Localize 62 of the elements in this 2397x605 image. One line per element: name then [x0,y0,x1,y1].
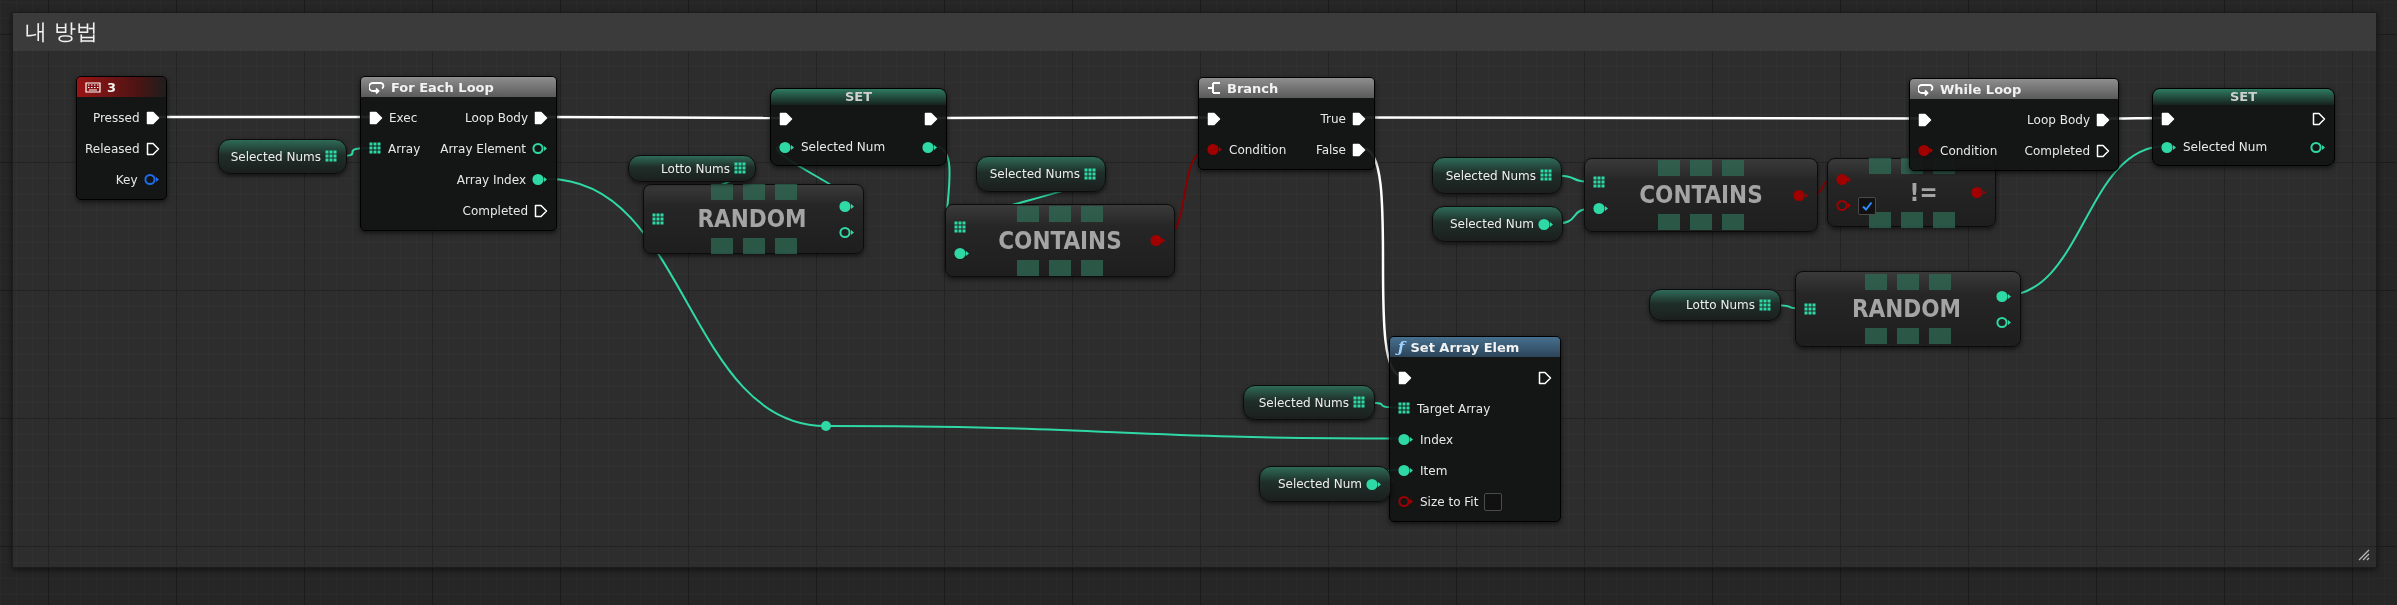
graph-node[interactable]: For Each Loop Exec Array Loop Body Array Element Array Index Completed [360,76,557,231]
variable-node[interactable]: Selected Num [1259,466,1391,502]
pin-label: Pressed [92,110,140,125]
variable-name: Selected Nums [1258,395,1349,410]
variable-node[interactable]: Lotto Nums [1649,289,1781,321]
node-title: Branch [1227,80,1279,96]
variable-name: Lotto Nums [1686,298,1755,312]
graph-node[interactable]: While Loop Condition Loop Body Completed [1909,78,2119,171]
graph-node[interactable]: CONTAINS [945,204,1175,277]
comment-title[interactable]: 내 방법 [13,13,2376,51]
graph-node[interactable]: SET Selected Num [770,88,947,166]
pin-label: Condition [1229,142,1287,157]
pin-label: False [1315,142,1346,157]
pin-label: Condition [1940,143,1998,158]
node-title: RANDOM [1851,295,1962,323]
pin-label: Index [1420,432,1454,447]
variable-node[interactable]: Selected Nums [218,139,347,174]
pin-label: Item [1420,463,1448,478]
variable-node[interactable]: Selected Nums [1243,385,1375,420]
pin-label: Loop Body [465,110,528,125]
graph-node[interactable]: RANDOM [643,184,864,254]
pin-label: Selected Num [801,140,886,154]
node-title: != [1909,178,1938,207]
variable-name: Selected Nums [1445,168,1536,183]
pin-label: Completed [462,203,528,218]
pin-label: Selected Num [2183,140,2268,154]
variable-node[interactable]: Selected Num [1432,206,1563,242]
node-title: 3 [107,79,117,95]
variable-node[interactable]: Selected Nums [976,156,1106,192]
variable-name: Lotto Nums [661,161,730,176]
graph-node[interactable]: ƒ Set Array Elem Target Array Index Item Size to Fit [1389,336,1561,522]
variable-name: Selected Nums [230,149,321,164]
variable-name: Selected Num [1449,217,1534,231]
pin-label: Completed [2024,143,2090,158]
pin-label: Array Index [456,172,526,187]
node-title: For Each Loop [391,79,494,95]
node-title: CONTAINS [1639,181,1763,209]
node-title: SET [771,89,946,105]
graph-node[interactable]: Branch Condition True False [1198,77,1375,170]
graph-node[interactable]: != [1827,158,1996,227]
graph-node[interactable]: 3 Pressed Released Key [76,76,167,200]
pin-label: Exec [389,110,418,125]
node-title: CONTAINS [998,226,1122,255]
node-title: Set Array Elem [1410,339,1520,355]
pin-label: True [1320,111,1346,126]
pin-label: Released [85,141,140,156]
pin-label: Key [115,172,138,187]
node-title: While Loop [1940,81,2022,97]
graph-node[interactable]: CONTAINS [1584,158,1818,232]
variable-node[interactable]: Lotto Nums [628,155,756,182]
variable-name: Selected Nums [989,167,1080,181]
pin-label: Array Element [440,141,526,156]
pin-label: Loop Body [2027,112,2090,127]
pin-label: Target Array [1417,401,1491,416]
variable-node[interactable]: Selected Nums [1432,157,1562,194]
pin-label: Size to Fit [1420,494,1479,509]
pin-label: Array [388,141,421,156]
node-title: RANDOM [697,205,807,233]
graph-node[interactable]: RANDOM [1795,271,2021,347]
node-title: SET [2153,89,2334,105]
variable-name: Selected Num [1277,477,1362,491]
graph-node[interactable]: SET Selected Num [2152,88,2335,166]
